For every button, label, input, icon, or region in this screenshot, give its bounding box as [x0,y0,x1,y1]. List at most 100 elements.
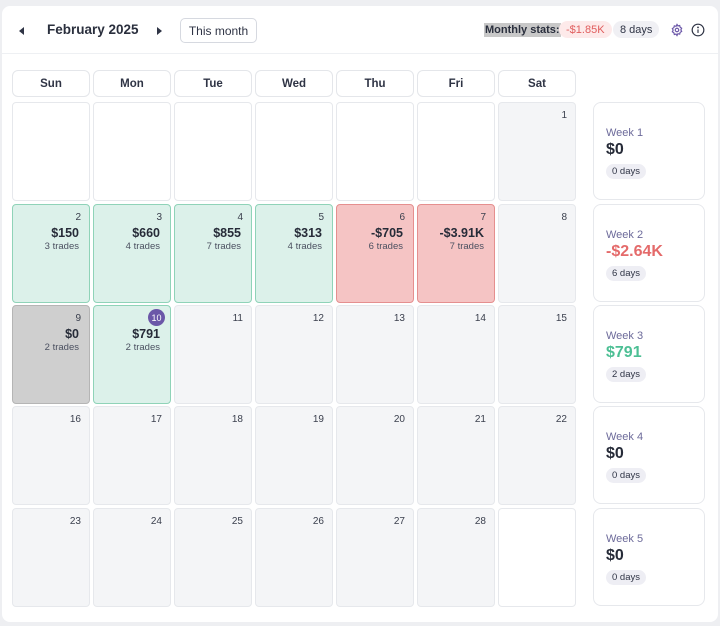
week-summary-3[interactable]: Week 3 $791 2 days [593,305,705,403]
day-cell-10[interactable]: 10 $791 2 trades [93,305,171,404]
day-cell-empty [255,102,333,201]
week-label: Week 3 [606,330,644,342]
weekday-wed: Wed [255,70,333,97]
week-pnl: $791 [606,344,642,361]
day-cell-empty [417,102,495,201]
day-pnl: $0 [65,327,79,341]
week-summary-2[interactable]: Week 2 -$2.64K 6 days [593,204,705,302]
week-days-badge: 2 days [606,367,646,382]
day-cell-17[interactable]: 17 [93,406,171,505]
weekday-fri: Fri [417,70,495,97]
day-cell-24[interactable]: 24 [93,508,171,607]
day-cell-28[interactable]: 28 [417,508,495,607]
previous-month-button[interactable] [13,23,29,39]
day-cell-22[interactable]: 22 [498,406,576,505]
weekday-sun: Sun [12,70,90,97]
weekday-sat: Sat [498,70,576,97]
day-trade-count: 2 trades [125,342,160,353]
this-month-button[interactable]: This month [180,18,257,43]
day-number: 1 [561,110,567,121]
day-trade-count: 2 trades [44,342,79,353]
monthly-stats-label: Monthly stats: [484,23,561,37]
day-number: 13 [393,313,405,324]
day-cell-14[interactable]: 14 [417,305,495,404]
day-trade-count: 3 trades [44,241,79,252]
day-cell-11[interactable]: 11 [174,305,252,404]
next-month-button[interactable] [151,23,167,39]
week-days-badge: 0 days [606,164,646,179]
day-number: 17 [150,414,162,425]
day-cell-9[interactable]: 9 $0 2 trades [12,305,90,404]
day-cell-empty [174,102,252,201]
day-number: 9 [75,313,81,324]
day-cell-4[interactable]: 4 $855 7 trades [174,204,252,303]
day-cell-19[interactable]: 19 [255,406,333,505]
day-pnl: $660 [132,226,160,240]
day-pnl: $791 [132,327,160,341]
day-number: 8 [561,212,567,223]
gear-icon[interactable] [670,23,684,37]
day-cell-5[interactable]: 5 $313 4 trades [255,204,333,303]
day-number: 24 [150,516,162,527]
week-days-badge: 6 days [606,266,646,281]
info-icon[interactable] [691,23,705,37]
day-cell-7[interactable]: 7 -$3.91K 7 trades [417,204,495,303]
week-summary-1[interactable]: Week 1 $0 0 days [593,102,705,200]
day-number: 22 [555,414,567,425]
day-number: 15 [555,313,567,324]
day-cell-15[interactable]: 15 [498,305,576,404]
monthly-stats-days: 8 days [613,21,660,38]
day-cell-2[interactable]: 2 $150 3 trades [12,204,90,303]
day-cell-26[interactable]: 26 [255,508,333,607]
caret-right-icon [156,27,162,35]
week-label: Week 2 [606,229,644,241]
day-trade-count: 7 trades [449,241,484,252]
day-cell-empty [336,102,414,201]
day-pnl: $150 [51,226,79,240]
day-pnl: $855 [213,226,241,240]
day-cell-20[interactable]: 20 [336,406,414,505]
day-cell-23[interactable]: 23 [12,508,90,607]
day-cell-6[interactable]: 6 -$705 6 trades [336,204,414,303]
day-cell-12[interactable]: 12 [255,305,333,404]
day-number: 6 [399,212,405,223]
day-pnl: -$705 [371,226,403,240]
day-number: 11 [232,313,243,324]
calendar-header: February 2025 This month Monthly stats: … [2,6,718,54]
day-cell-27[interactable]: 27 [336,508,414,607]
day-number: 23 [69,516,81,527]
day-cell-16[interactable]: 16 [12,406,90,505]
day-cell-13[interactable]: 13 [336,305,414,404]
week-summary-5[interactable]: Week 5 $0 0 days [593,508,705,606]
trading-calendar: February 2025 This month Monthly stats: … [2,6,718,622]
week-pnl: -$2.64K [606,243,663,260]
day-number: 7 [480,212,486,223]
day-number: 12 [312,313,324,324]
week-label: Week 5 [606,533,644,545]
day-cell-3[interactable]: 3 $660 4 trades [93,204,171,303]
day-number: 2 [75,212,81,223]
week-pnl: $0 [606,445,624,462]
day-cell-25[interactable]: 25 [174,508,252,607]
day-cell-empty [12,102,90,201]
day-number: 5 [318,212,324,223]
week-summary-4[interactable]: Week 4 $0 0 days [593,406,705,504]
day-pnl: $313 [294,226,322,240]
day-cell-empty [498,508,576,607]
weekday-mon: Mon [93,70,171,97]
week-pnl: $0 [606,547,624,564]
week-label: Week 1 [606,127,644,139]
day-number: 21 [474,414,486,425]
day-cell-1[interactable]: 1 [498,102,576,201]
day-trade-count: 6 trades [368,241,403,252]
weekday-thu: Thu [336,70,414,97]
day-cell-8[interactable]: 8 [498,204,576,303]
day-number: 26 [312,516,324,527]
caret-left-icon [18,27,24,35]
day-trade-count: 4 trades [287,241,322,252]
day-cell-21[interactable]: 21 [417,406,495,505]
day-cell-18[interactable]: 18 [174,406,252,505]
week-label: Week 4 [606,431,644,443]
day-number: 18 [231,414,243,425]
day-number: 3 [156,212,162,223]
